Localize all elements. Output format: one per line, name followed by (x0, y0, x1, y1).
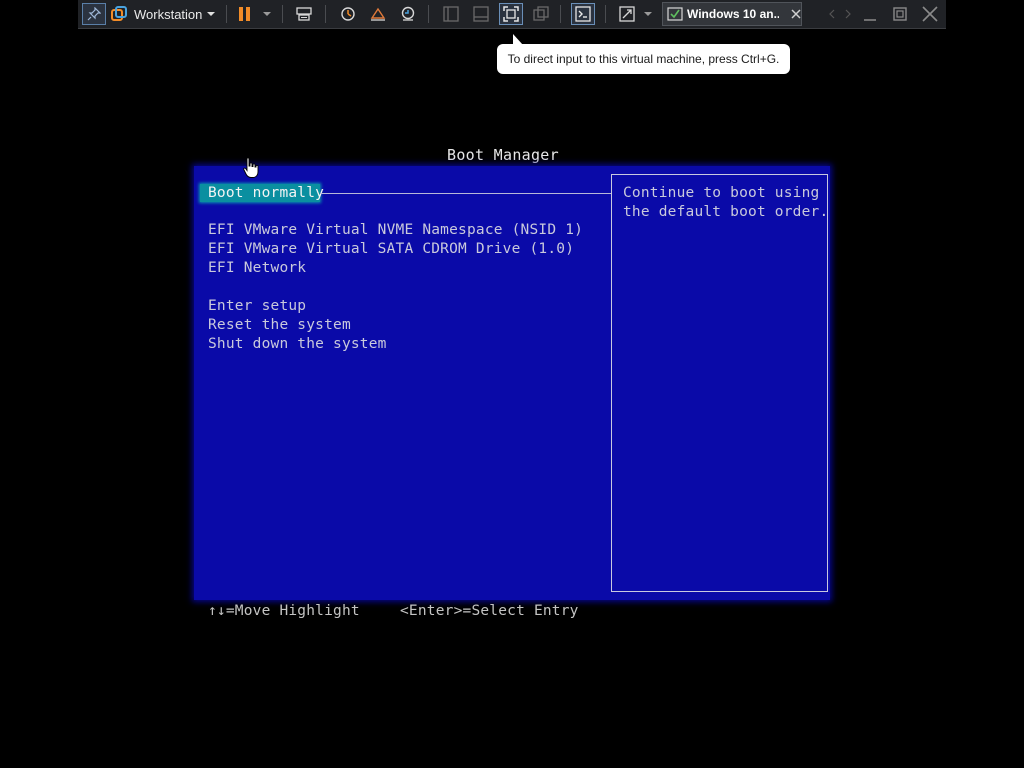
toolbar-divider (325, 5, 326, 23)
menu-item-reset-system[interactable]: Reset the system (208, 317, 351, 333)
vm-tab-label: Windows 10 an... (687, 7, 779, 21)
minimize-icon[interactable] (860, 3, 880, 25)
vmware-toolbar: Workstation Windows 10 an... (78, 0, 946, 29)
toolbar-divider (428, 5, 429, 23)
workstation-label: Workstation (134, 6, 203, 22)
toolbar-divider (282, 5, 283, 23)
chevron-down-icon[interactable] (261, 3, 273, 25)
boot-manager-title: Boot Manager (447, 146, 559, 164)
menu-item-efi-nvme[interactable]: EFI VMware Virtual NVME Namespace (NSID … (208, 222, 583, 238)
chevron-down-icon[interactable] (642, 3, 654, 25)
description-line: Continue to boot using (623, 185, 820, 201)
chevron-right-icon[interactable] (842, 3, 854, 25)
chevron-down-icon[interactable] (205, 3, 217, 25)
vm-console-screen[interactable]: Workstation Windows 10 an... To direct i… (0, 0, 1024, 768)
toolbar-divider (560, 5, 561, 23)
unity-icon[interactable] (530, 3, 552, 25)
toolbar-divider (605, 5, 606, 23)
description-box: Continue to boot using the default boot … (611, 174, 828, 592)
description-line: the default boot order. (623, 204, 829, 220)
footer-move-hint: ↑↓=Move Highlight (208, 603, 360, 619)
hand-cursor-icon (243, 157, 259, 179)
send-ctrl-alt-del-icon[interactable] (293, 3, 315, 25)
take-snapshot-icon[interactable] (337, 3, 359, 25)
vmware-logo-icon[interactable] (109, 3, 129, 25)
menu-item-efi-sata-cdrom[interactable]: EFI VMware Virtual SATA CDROM Drive (1.0… (208, 241, 574, 257)
vm-tab-icon (667, 7, 683, 21)
menu-item-shut-down[interactable]: Shut down the system (208, 336, 387, 352)
footer-select-hint: <Enter>=Select Entry (400, 603, 579, 619)
console-view-icon[interactable] (571, 3, 595, 25)
vm-tab[interactable]: Windows 10 an... (662, 2, 802, 26)
input-hint-tooltip: To direct input to this virtual machine,… (497, 44, 790, 74)
tooltip-text: To direct input to this virtual machine,… (507, 52, 780, 66)
restore-icon[interactable] (890, 3, 910, 25)
menu-item-enter-setup[interactable]: Enter setup (208, 298, 306, 314)
chevron-left-icon[interactable] (826, 3, 838, 25)
close-tab-icon[interactable] (791, 9, 801, 19)
pin-icon[interactable] (82, 3, 106, 25)
boot-manager-panel: Boot normally EFI VMware Virtual NVME Na… (194, 166, 830, 600)
stretch-guest-icon[interactable] (616, 3, 638, 25)
thumbnail-bar-icon[interactable] (470, 3, 492, 25)
menu-item-boot-normally[interactable]: Boot normally (200, 184, 324, 202)
highlight-rule (320, 193, 611, 194)
show-library-icon[interactable] (440, 3, 462, 25)
revert-snapshot-icon[interactable] (367, 3, 389, 25)
full-screen-icon[interactable] (499, 3, 523, 25)
snapshot-manager-icon[interactable] (397, 3, 419, 25)
menu-item-efi-network[interactable]: EFI Network (208, 260, 306, 276)
pause-icon[interactable] (235, 3, 255, 25)
close-window-icon[interactable] (920, 3, 940, 25)
toolbar-divider (226, 5, 227, 23)
